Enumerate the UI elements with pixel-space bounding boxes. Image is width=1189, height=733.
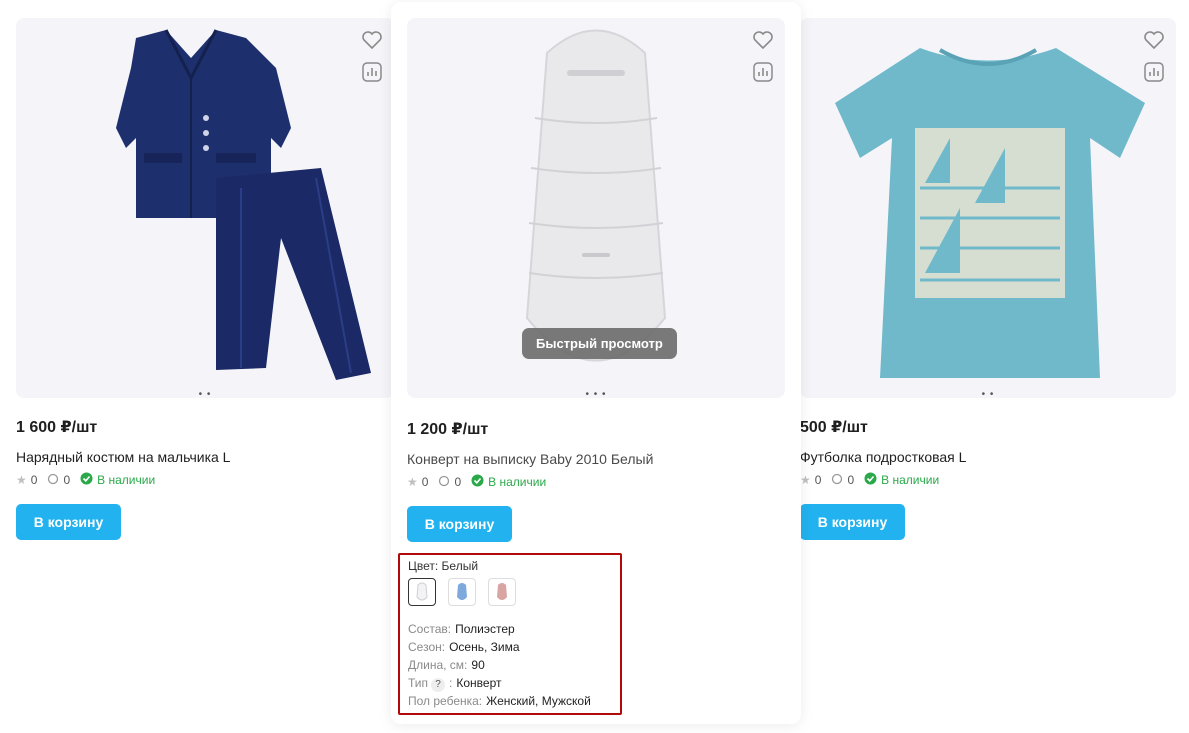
- rating: ★ 0: [407, 475, 429, 489]
- rating: ★ 0: [800, 473, 822, 487]
- property-row: Сезон: Осень, Зима: [408, 640, 520, 654]
- compare-icon[interactable]: [362, 62, 382, 82]
- compare-icon[interactable]: [1144, 62, 1164, 82]
- check-icon: [80, 472, 93, 488]
- property-row: Состав: Полиэстер: [408, 622, 515, 636]
- favorite-icon[interactable]: [751, 28, 775, 52]
- swatch-blue[interactable]: [448, 578, 476, 606]
- add-to-cart-button[interactable]: В корзину: [407, 506, 512, 542]
- product-meta: ★ 0 0 В наличии: [800, 472, 939, 488]
- carousel-dots: • • •: [585, 389, 607, 398]
- product-properties: Состав: Полиэстер Сезон: Осень, Зима Длина…: [408, 620, 620, 710]
- product-meta: ★ 0 0 В наличии: [16, 472, 155, 488]
- comment-icon: [831, 473, 843, 488]
- property-row: Длина, см: 90: [408, 658, 485, 672]
- swatch-white[interactable]: [408, 578, 436, 606]
- reviews: 0: [831, 473, 854, 488]
- check-icon: [471, 474, 484, 490]
- product-title[interactable]: Конверт на выписку Baby 2010 Белый: [407, 451, 653, 467]
- property-row: Тип?: Конверт: [408, 676, 502, 692]
- product-meta: ★ 0 0 В наличии: [407, 474, 546, 490]
- star-icon: ★: [16, 473, 27, 487]
- help-icon[interactable]: ?: [431, 678, 446, 692]
- tshirt-image: [835, 48, 1145, 378]
- product-price: 500 ₽/шт: [800, 419, 868, 436]
- product-title[interactable]: Нарядный костюм на мальчика L: [16, 449, 230, 465]
- favorite-icon[interactable]: [1142, 28, 1166, 52]
- favorite-icon[interactable]: [360, 28, 384, 52]
- color-swatches: [408, 578, 620, 606]
- check-icon: [864, 472, 877, 488]
- product-details-panel: Цвет: Белый Состав: Полиэстер Сезон: Осень…: [398, 553, 622, 715]
- add-to-cart-button[interactable]: В корзину: [800, 504, 905, 540]
- product-price: 1 600 ₽/шт: [16, 419, 98, 436]
- star-icon: ★: [407, 475, 418, 489]
- product-price: 1 200 ₽/шт: [407, 421, 489, 438]
- suit-image: [116, 29, 371, 380]
- product-title[interactable]: Футболка подростковая L: [800, 449, 966, 465]
- compare-icon[interactable]: [753, 62, 773, 82]
- product-image-2[interactable]: Быстрый просмотр • • •: [407, 18, 785, 398]
- product-image-3[interactable]: • •: [800, 18, 1176, 398]
- star-icon: ★: [800, 473, 811, 487]
- stock-status: В наличии: [864, 472, 939, 488]
- rating: ★ 0: [16, 473, 38, 487]
- property-row: Пол ребенка: Женский, Мужской: [408, 694, 591, 708]
- reviews: 0: [47, 473, 70, 488]
- color-label: Цвет: Белый: [408, 559, 479, 573]
- quick-view-button[interactable]: Быстрый просмотр: [522, 328, 677, 359]
- comment-icon: [47, 473, 59, 488]
- comment-icon: [438, 475, 450, 490]
- product-card-1: • • 1 600 ₽/шт Нарядный костюм на мальчи…: [0, 0, 410, 733]
- stock-status: В наличии: [471, 474, 546, 490]
- reviews: 0: [438, 475, 461, 490]
- product-card-3: • • 500 ₽/шт Футболка подростковая L ★ 0…: [784, 0, 1189, 733]
- carousel-dots: • •: [981, 389, 995, 398]
- product-card-2: Быстрый просмотр • • • 1 200 ₽/шт Конвер…: [391, 2, 801, 724]
- carousel-dots: • •: [198, 389, 212, 398]
- swatch-pink[interactable]: [488, 578, 516, 606]
- stock-status: В наличии: [80, 472, 155, 488]
- add-to-cart-button[interactable]: В корзину: [16, 504, 121, 540]
- product-image-1[interactable]: • •: [16, 18, 394, 398]
